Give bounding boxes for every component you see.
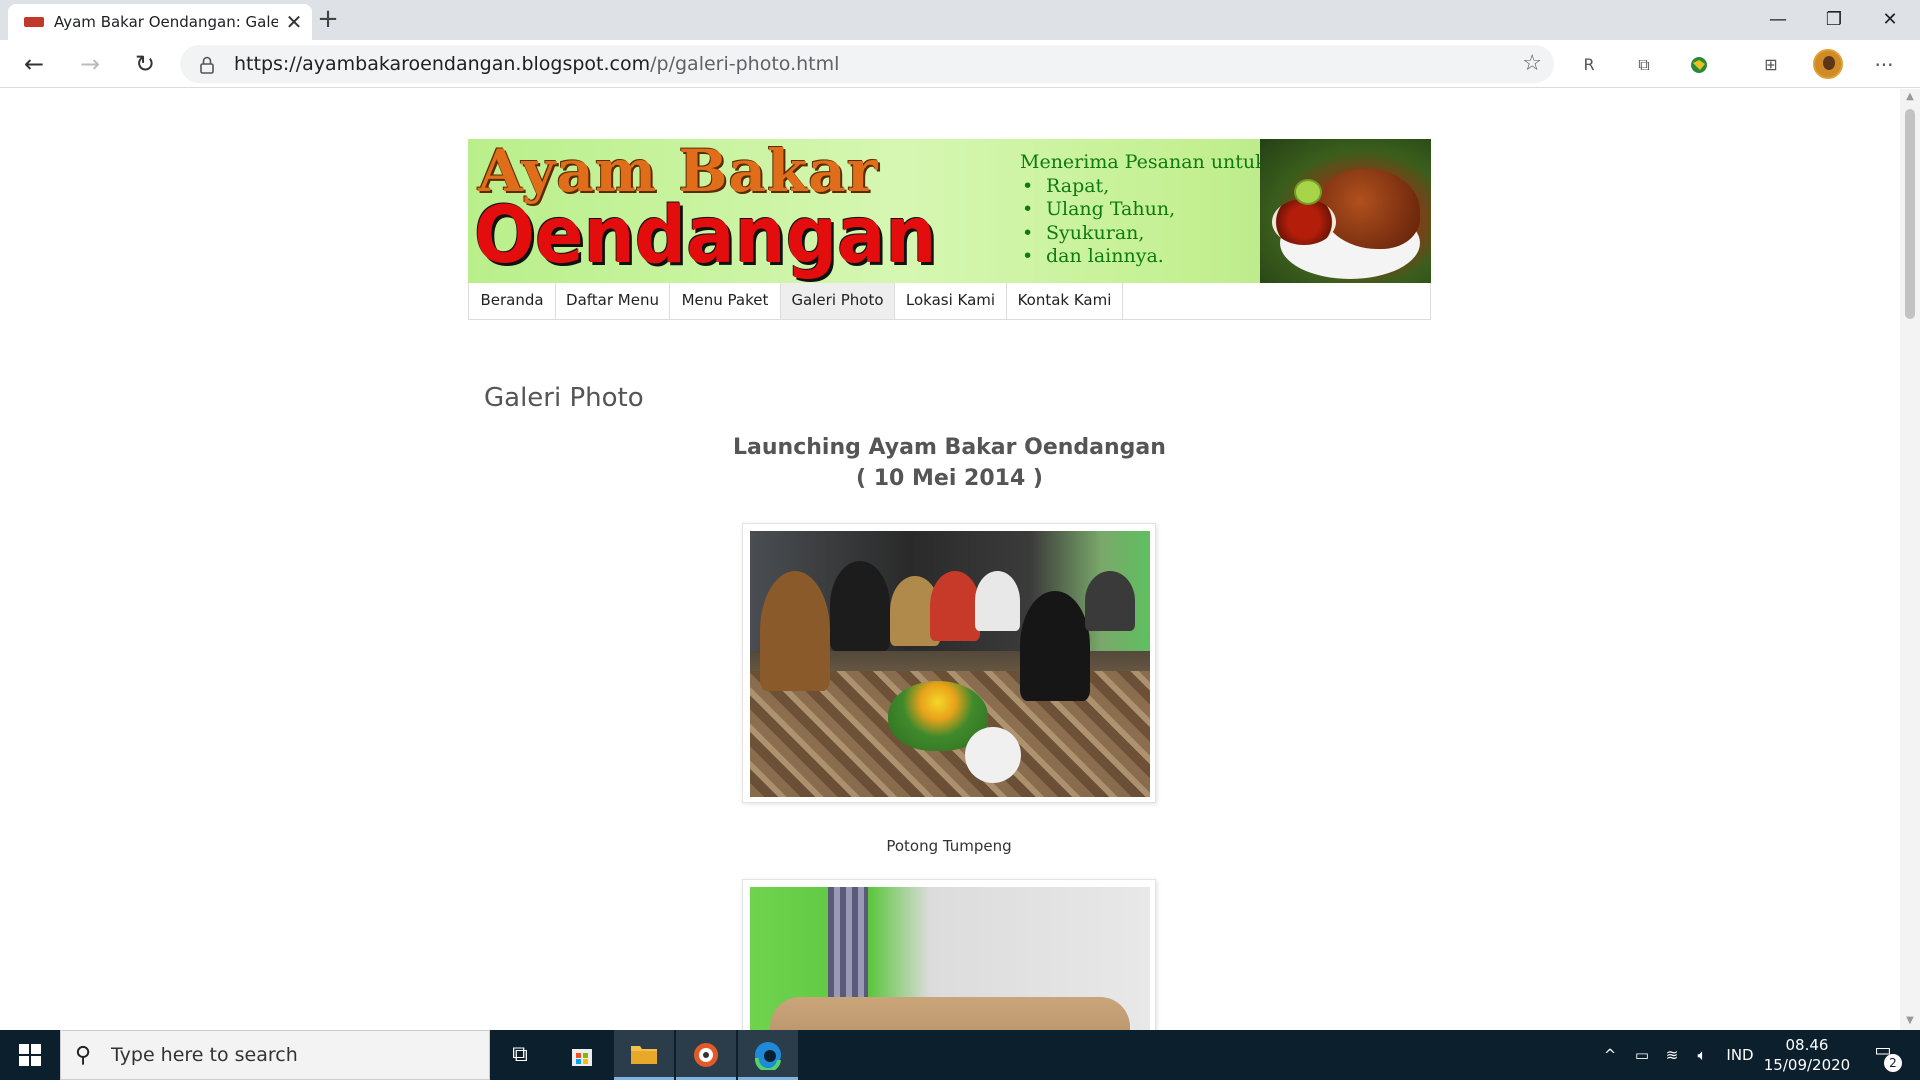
page-viewport: Ayam Bakar Oendangan Menerima Pesanan un… (0, 89, 1900, 1030)
person-shape (760, 571, 830, 691)
media-app-icon[interactable] (676, 1030, 736, 1080)
order-item: dan lainnya. (1020, 245, 1273, 269)
nav-item-beranda[interactable]: Beranda (469, 283, 556, 319)
photo-frame (742, 879, 1156, 1030)
person-shape (1085, 571, 1135, 631)
windows-logo-icon (19, 1056, 29, 1066)
taskbar: ⚲ Type here to search ⧉ ^ ▭ ≋ 🔈︎ IND 08.… (0, 1030, 1920, 1080)
taskbar-search-input[interactable]: ⚲ Type here to search (60, 1030, 490, 1080)
logo-line-2: Oendangan (474, 191, 937, 281)
url-domain: https://ayambakaroendangan.blogspot.com (234, 53, 651, 75)
lime-shape (1294, 179, 1322, 205)
minimize-button[interactable]: — (1750, 0, 1806, 40)
scroll-down-arrow-icon[interactable]: ▼ (1904, 1015, 1916, 1026)
store-bag-icon (572, 1049, 592, 1066)
tab-title: Ayam Bakar Oendangan: Galeri P (54, 13, 278, 31)
lock-icon (200, 56, 214, 74)
order-item: Syukuran, (1020, 222, 1273, 246)
globe-extension-icon[interactable] (1684, 50, 1714, 80)
back-button[interactable]: ← (16, 46, 52, 82)
language-indicator[interactable]: IND (1722, 1030, 1758, 1080)
photo-frame (742, 523, 1156, 803)
scroll-up-arrow-icon[interactable]: ▲ (1904, 91, 1916, 102)
reader-extension-icon[interactable]: R (1574, 50, 1604, 80)
forward-button[interactable]: → (72, 46, 108, 82)
windows-logo-icon (31, 1044, 41, 1054)
person-shape (975, 571, 1020, 631)
battery-icon[interactable]: ▭ (1628, 1030, 1656, 1080)
globe-icon (1691, 57, 1707, 73)
person-shape (830, 561, 890, 651)
address-bar-row: ← → ↻ https://ayambakaroendangan.blogspo… (0, 40, 1920, 88)
person-shape (1020, 591, 1090, 701)
grilled-chicken-image (1260, 139, 1431, 283)
windows-logo-icon (31, 1056, 41, 1066)
event-date: ( 10 Mei 2014 ) (856, 466, 1043, 491)
nav-item-kontak-kami[interactable]: Kontak Kami (1007, 283, 1123, 319)
tab-bar: Ayam Bakar Oendangan: Galeri P ✕ + — ❐ ✕ (0, 0, 1920, 40)
tab-close-icon[interactable]: ✕ (280, 8, 308, 36)
store-icon[interactable] (552, 1030, 612, 1080)
edge-browser-icon[interactable] (738, 1030, 798, 1080)
disc-icon (694, 1043, 718, 1067)
order-item: Rapat, (1020, 175, 1273, 199)
nav-item-daftar-menu[interactable]: Daftar Menu (556, 283, 670, 319)
order-item: Ulang Tahun, (1020, 198, 1273, 222)
gallery-photo-potong-tumpeng[interactable] (750, 531, 1150, 797)
folder-icon (631, 1046, 657, 1064)
edge-icon (754, 1042, 781, 1073)
site-header-banner: Ayam Bakar Oendangan Menerima Pesanan un… (468, 137, 1431, 283)
refresh-button[interactable]: ↻ (127, 46, 163, 82)
event-title: Launching Ayam Bakar Oendangan (733, 435, 1166, 460)
profile-avatar[interactable] (1813, 49, 1843, 79)
copy-extension-icon[interactable]: ⧉ (1629, 50, 1659, 80)
site-favicon-icon (24, 17, 44, 27)
page-title: Galeri Photo (484, 383, 644, 413)
volume-icon[interactable]: 🔈︎ (1688, 1030, 1716, 1080)
gallery-photo-2[interactable] (750, 887, 1150, 1030)
person-shape (930, 571, 980, 641)
task-view-icon[interactable]: ⧉ (490, 1030, 550, 1080)
windows-logo-icon (19, 1044, 29, 1054)
collections-icon[interactable]: ⊞ (1756, 50, 1786, 80)
wifi-icon[interactable]: ≋ (1658, 1030, 1686, 1080)
plates-shape (965, 727, 1021, 783)
main-nav: Beranda Daftar Menu Menu Paket Galeri Ph… (468, 283, 1431, 320)
notification-count-badge: 2 (1884, 1054, 1902, 1072)
nav-item-galeri-photo[interactable]: Galeri Photo (781, 283, 895, 319)
url-text: https://ayambakaroendangan.blogspot.com/… (234, 53, 839, 75)
favorite-star-icon[interactable]: ☆ (1522, 51, 1542, 76)
page-scrollbar[interactable]: ▲ ▼ (1900, 89, 1920, 1030)
nav-item-lokasi-kami[interactable]: Lokasi Kami (895, 283, 1007, 319)
url-field[interactable]: https://ayambakaroendangan.blogspot.com/… (180, 45, 1554, 83)
nav-item-menu-paket[interactable]: Menu Paket (670, 283, 781, 319)
search-placeholder: Type here to search (111, 1044, 298, 1066)
search-icon: ⚲ (75, 1043, 92, 1068)
taskbar-clock[interactable]: 08.46 15/09/2020 (1762, 1035, 1852, 1075)
clock-time: 08.46 (1785, 1036, 1829, 1054)
restore-button[interactable]: ❐ (1806, 0, 1862, 40)
more-menu-button[interactable]: ··· (1869, 50, 1899, 80)
scrollbar-thumb[interactable] (1905, 109, 1915, 319)
close-window-button[interactable]: ✕ (1862, 0, 1918, 40)
order-heading: Menerima Pesanan untuk: (1020, 151, 1274, 173)
clock-date: 15/09/2020 (1763, 1056, 1851, 1074)
avatar-face-icon (1823, 56, 1835, 70)
new-tab-button[interactable]: + (314, 4, 342, 36)
file-explorer-icon[interactable] (614, 1030, 674, 1080)
browser-tab[interactable]: Ayam Bakar Oendangan: Galeri P ✕ (8, 4, 312, 40)
url-path: /p/galeri-photo.html (650, 53, 840, 75)
sambal-bowl-shape (1272, 199, 1336, 245)
notification-center-icon[interactable]: ▭ 2 (1868, 1040, 1902, 1072)
crowd-shape (770, 997, 1130, 1030)
order-info: Menerima Pesanan untuk: Rapat, Ulang Tah… (1020, 151, 1273, 269)
show-hidden-icons-icon[interactable]: ^ (1598, 1030, 1622, 1080)
start-button[interactable] (0, 1030, 60, 1080)
photo-caption: Potong Tumpeng (886, 837, 1012, 855)
